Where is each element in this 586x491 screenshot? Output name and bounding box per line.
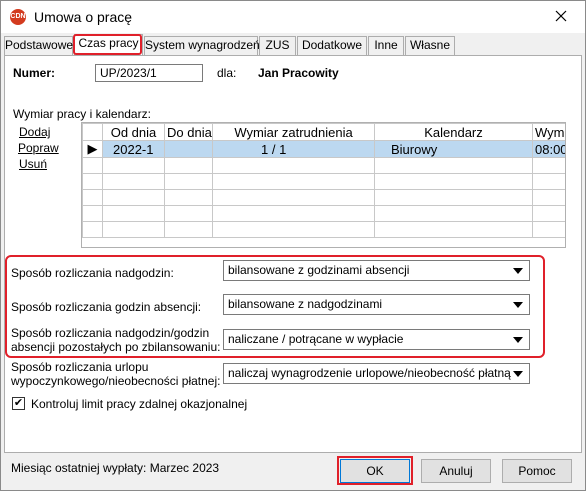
tab-dodatkowe[interactable]: Dodatkowe (297, 36, 367, 55)
add-link[interactable]: Dodaj (19, 125, 50, 139)
column-header-do-dnia[interactable]: Do dnia (164, 123, 213, 141)
tab-podstawowe[interactable]: Podstawowe (4, 36, 73, 55)
cell-kalendarz[interactable]: Biurowy (374, 140, 533, 158)
calendar-grid[interactable]: Od dnia Do dnia Wymiar zatrudnienia Kale… (81, 122, 566, 248)
numer-field[interactable]: UP/2023/1 (95, 64, 203, 82)
tab-system-wynagrodzen[interactable]: System wynagrodzeń (144, 36, 260, 55)
cell-wymiar-godzin[interactable]: 08:00 (532, 140, 565, 158)
absence-select[interactable]: bilansowane z nadgodzinami (223, 294, 530, 315)
leave-select[interactable]: naliczaj wynagrodzenie urlopowe/nieobecn… (223, 363, 530, 384)
calendar-section-title: Wymiar pracy i kalendarz: (13, 107, 151, 121)
edit-link[interactable]: Popraw (18, 141, 59, 155)
overtime-value: bilansowane z godzinami absencji (228, 263, 410, 277)
app-logo-icon: CDN (10, 9, 26, 25)
table-row[interactable]: ▶ 2022-1 1 / 1 Biurowy 08:00 (82, 140, 565, 158)
delete-link[interactable]: Usuń (19, 157, 47, 171)
chevron-down-icon (513, 268, 523, 274)
column-header-od-dnia[interactable]: Od dnia (102, 123, 165, 141)
remaining-label-line1: Sposób rozliczania nadgodzin/godzin (11, 326, 210, 340)
chevron-down-icon (513, 371, 523, 377)
tab-czas-pracy[interactable]: Czas pracy (74, 34, 143, 56)
cancel-button[interactable]: Anuluj (421, 459, 491, 483)
table-row[interactable] (82, 221, 565, 238)
chevron-down-icon (513, 302, 523, 308)
tab-inne[interactable]: Inne (368, 36, 404, 55)
column-header-wymiar-godzin[interactable]: Wymi (532, 123, 565, 141)
row-marker-icon: ▶ (82, 140, 103, 158)
column-header-wymiar[interactable]: Wymiar zatrudnienia (212, 123, 375, 141)
remaining-value: naliczane / potrącane w wypłacie (228, 332, 404, 346)
remote-work-checkbox[interactable]: ✔ (12, 397, 25, 410)
absence-value: bilansowane z nadgodzinami (228, 297, 383, 311)
remaining-label-line2: absencji pozostałych po zbilansowaniu: (11, 340, 221, 354)
leave-label-line2: wypoczynkowego/nieobecności płatnej: (11, 374, 221, 388)
numer-label: Numer: (13, 66, 56, 80)
ok-button[interactable]: OK (340, 459, 410, 483)
cell-wymiar[interactable]: 1 / 1 (212, 140, 375, 158)
overtime-select[interactable]: bilansowane z godzinami absencji (223, 260, 530, 281)
cell-do-dnia[interactable] (164, 140, 213, 158)
close-icon (555, 10, 567, 22)
contract-dialog: CDN Umowa o pracę Podstawowe Czas pracy … (0, 0, 586, 491)
grid-corner (82, 123, 103, 141)
close-button[interactable] (551, 5, 571, 27)
table-row[interactable] (82, 189, 565, 206)
tab-zus[interactable]: ZUS (259, 36, 296, 55)
dla-label: dla: (217, 66, 237, 80)
leave-value: naliczaj wynagrodzenie urlopowe/nieobecn… (228, 366, 511, 380)
overtime-label: Sposób rozliczania nadgodzin: (11, 266, 174, 280)
table-row[interactable] (82, 173, 565, 190)
remaining-select[interactable]: naliczane / potrącane w wypłacie (223, 329, 530, 350)
window-title: Umowa o pracę (34, 9, 133, 25)
leave-label-line1: Sposób rozliczania urlopu (11, 360, 149, 374)
chevron-down-icon (513, 337, 523, 343)
absence-label: Sposób rozliczania godzin absencji: (11, 300, 202, 314)
employee-name: Jan Pracowity (258, 66, 339, 80)
help-button[interactable]: Pomoc (502, 459, 572, 483)
last-payout-status: Miesiąc ostatniej wypłaty: Marzec 2023 (11, 461, 220, 475)
cell-od-dnia[interactable]: 2022-1 (102, 140, 165, 158)
column-header-kalendarz[interactable]: Kalendarz (374, 123, 533, 141)
table-row[interactable] (82, 205, 565, 222)
title-bar: CDN Umowa o pracę (1, 1, 585, 33)
remote-work-label: Kontroluj limit pracy zdalnej okazjonaln… (31, 397, 248, 411)
tab-wlasne[interactable]: Własne (405, 36, 455, 55)
table-row[interactable] (82, 157, 565, 174)
